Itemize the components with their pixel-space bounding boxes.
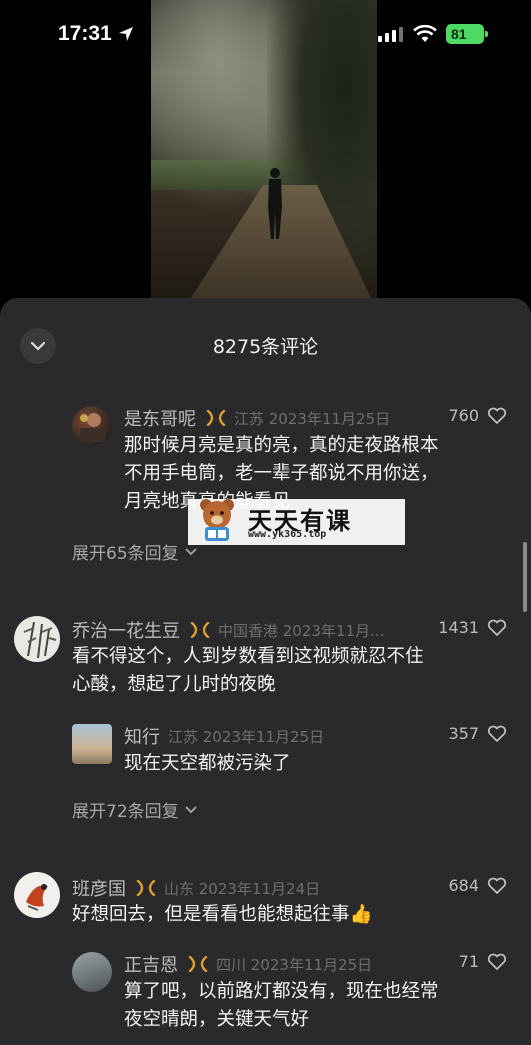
scrollbar[interactable]	[523, 542, 527, 612]
heart-icon	[487, 953, 507, 970]
like-control[interactable]: 684	[448, 876, 507, 895]
like-control[interactable]: 357	[448, 724, 507, 743]
comment-meta: 中国香港 2023年11月...	[218, 621, 385, 640]
watermark-url: www.yk365.top	[248, 529, 327, 540]
watermark: 天天有课 www.yk365.top	[188, 499, 405, 545]
comment-username[interactable]: 是东哥呢	[124, 405, 196, 431]
comments-panel: 8275条评论 是东哥呢 江苏 2023年11月25日 760 那时候月亮是真的…	[0, 298, 531, 1045]
reply-meta: 江苏 2023年11月25日	[168, 727, 325, 746]
comment-username[interactable]: 乔治一花生豆	[72, 617, 180, 643]
heart-icon	[487, 877, 507, 894]
like-count: 71	[458, 952, 479, 971]
status-time: 17:31	[58, 22, 112, 45]
like-control[interactable]: 760	[448, 406, 507, 425]
fan-badge-icon	[190, 622, 210, 638]
expand-replies-button[interactable]: 展开72条回复	[72, 797, 197, 822]
bear-mascot-logo	[200, 499, 234, 541]
like-count: 684	[448, 876, 479, 895]
reply-username[interactable]: 知行	[124, 723, 160, 749]
like-count: 760	[448, 406, 479, 425]
heart-icon	[487, 725, 507, 742]
avatar[interactable]	[14, 616, 60, 662]
reply-username[interactable]: 正吉恩	[124, 951, 178, 977]
like-control[interactable]: 1431	[438, 618, 507, 637]
fan-badge-icon	[136, 880, 156, 896]
cellular-signal-icon	[378, 27, 403, 42]
comment-text: 好想回去，但是看看也能想起往事👍	[72, 904, 373, 925]
avatar[interactable]	[72, 724, 112, 764]
walking-person-image	[268, 168, 282, 239]
heart-icon	[487, 407, 507, 424]
heart-icon	[487, 619, 507, 636]
expand-replies-button[interactable]: 展开65条回复	[72, 539, 197, 564]
like-control[interactable]: 71	[459, 952, 507, 971]
chevron-down-icon	[185, 805, 197, 813]
comments-count-title: 8275条评论	[212, 336, 319, 358]
reply-text: 算了吧，以前路灯都没有，现在也经常 夜空晴朗，关键天气好	[124, 981, 439, 1030]
location-arrow-icon	[119, 27, 133, 41]
avatar[interactable]	[72, 406, 112, 446]
comment-text: 看不得这个，人到岁数看到这视频就忍不住 心酸，想起了儿时的夜晚	[72, 646, 424, 695]
avatar[interactable]	[72, 952, 112, 992]
comment-username[interactable]: 班彦国	[72, 875, 126, 901]
like-count: 1431	[438, 618, 479, 637]
comment-meta: 山东 2023年11月24日	[164, 879, 321, 898]
reply-meta: 四川 2023年11月25日	[216, 955, 373, 974]
reply-text: 现在天空都被污染了	[124, 753, 291, 774]
avatar[interactable]	[14, 872, 60, 918]
battery-indicator: 81	[446, 24, 488, 44]
fan-badge-icon	[188, 956, 208, 972]
like-count: 357	[448, 724, 479, 743]
fan-badge-icon	[206, 410, 226, 426]
wifi-icon	[413, 24, 437, 42]
status-bar: 17:31 81	[0, 0, 531, 70]
chevron-down-icon	[185, 547, 197, 555]
comment-meta: 江苏 2023年11月25日	[234, 409, 391, 428]
